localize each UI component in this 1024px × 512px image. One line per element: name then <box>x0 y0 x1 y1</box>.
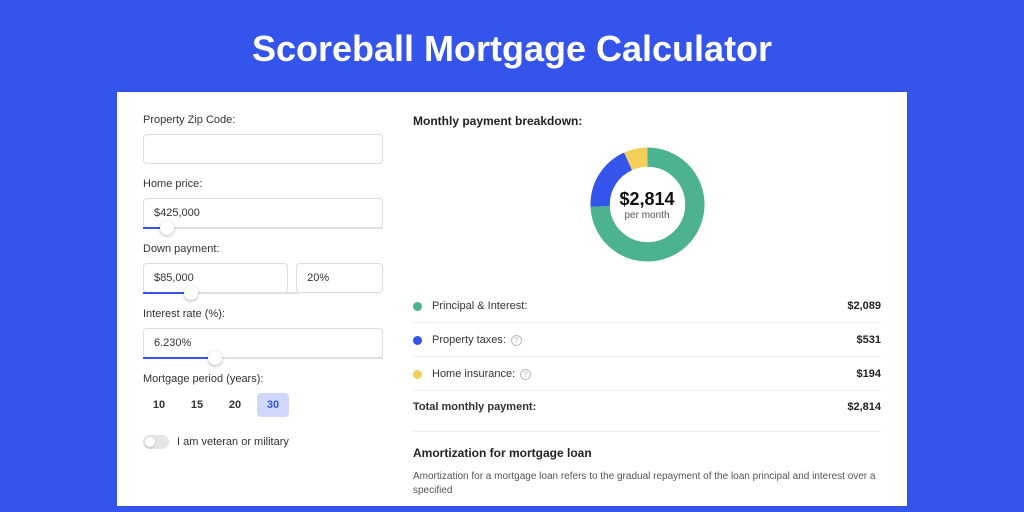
homeprice-label: Home price: <box>143 178 383 190</box>
info-icon[interactable]: ? <box>511 335 522 346</box>
slider-thumb-icon[interactable] <box>184 286 198 300</box>
field-zip: Property Zip Code: <box>143 114 383 164</box>
toggle-thumb-icon <box>145 437 155 447</box>
legend-label: Principal & Interest: <box>432 300 847 312</box>
period-button-15[interactable]: 15 <box>181 393 213 417</box>
legend-value: $531 <box>857 334 881 346</box>
page-title: Scoreball Mortgage Calculator <box>0 0 1024 92</box>
down-pct-input[interactable] <box>296 263 383 293</box>
legend-label: Home insurance: ? <box>432 368 857 380</box>
rate-slider[interactable] <box>143 357 383 359</box>
period-label: Mortgage period (years): <box>143 373 383 385</box>
total-value: $2,814 <box>847 401 881 413</box>
zip-input[interactable] <box>143 134 383 164</box>
veteran-toggle[interactable] <box>143 435 169 449</box>
dot-icon <box>413 336 422 345</box>
dot-icon <box>413 370 422 379</box>
field-period: Mortgage period (years): 10 15 20 30 <box>143 373 383 417</box>
period-button-10[interactable]: 10 <box>143 393 175 417</box>
dot-icon <box>413 302 422 311</box>
donut-sub: per month <box>624 210 669 221</box>
slider-thumb-icon[interactable] <box>160 221 174 235</box>
form-column: Property Zip Code: Home price: Down paym… <box>143 114 383 498</box>
period-button-30[interactable]: 30 <box>257 393 289 417</box>
legend-value: $194 <box>857 368 881 380</box>
total-label: Total monthly payment: <box>413 401 847 413</box>
legend-label: Property taxes: ? <box>432 334 857 346</box>
amortization-section: Amortization for mortgage loan Amortizat… <box>413 431 881 498</box>
field-downpayment: Down payment: <box>143 243 383 294</box>
homeprice-slider[interactable] <box>143 227 383 229</box>
legend-value: $2,089 <box>847 300 881 312</box>
breakdown-title: Monthly payment breakdown: <box>413 114 881 128</box>
field-homeprice: Home price: <box>143 178 383 229</box>
info-icon[interactable]: ? <box>520 369 531 380</box>
donut-chart: $2,814 per month <box>413 132 881 289</box>
rate-label: Interest rate (%): <box>143 308 383 320</box>
total-row: Total monthly payment: $2,814 <box>413 391 881 427</box>
field-rate: Interest rate (%): <box>143 308 383 359</box>
donut-amount: $2,814 <box>619 189 674 210</box>
slider-thumb-icon[interactable] <box>208 351 222 365</box>
amort-title: Amortization for mortgage loan <box>413 446 881 460</box>
legend-row-insurance: Home insurance: ? $194 <box>413 357 881 390</box>
homeprice-input[interactable] <box>143 198 383 228</box>
period-button-20[interactable]: 20 <box>219 393 251 417</box>
legend-row-taxes: Property taxes: ? $531 <box>413 323 881 356</box>
amort-body: Amortization for a mortgage loan refers … <box>413 470 881 498</box>
veteran-row: I am veteran or military <box>143 435 383 449</box>
rate-input[interactable] <box>143 328 383 358</box>
period-options: 10 15 20 30 <box>143 393 383 417</box>
donut-center: $2,814 per month <box>585 142 710 267</box>
breakdown-column: Monthly payment breakdown: $2,814 per mo… <box>413 114 881 498</box>
calculator-card: Property Zip Code: Home price: Down paym… <box>117 92 907 506</box>
zip-label: Property Zip Code: <box>143 114 383 126</box>
down-amount-input[interactable] <box>143 263 288 293</box>
legend-row-principal: Principal & Interest: $2,089 <box>413 289 881 322</box>
veteran-label: I am veteran or military <box>177 436 289 448</box>
down-slider[interactable] <box>143 292 299 294</box>
down-label: Down payment: <box>143 243 383 255</box>
